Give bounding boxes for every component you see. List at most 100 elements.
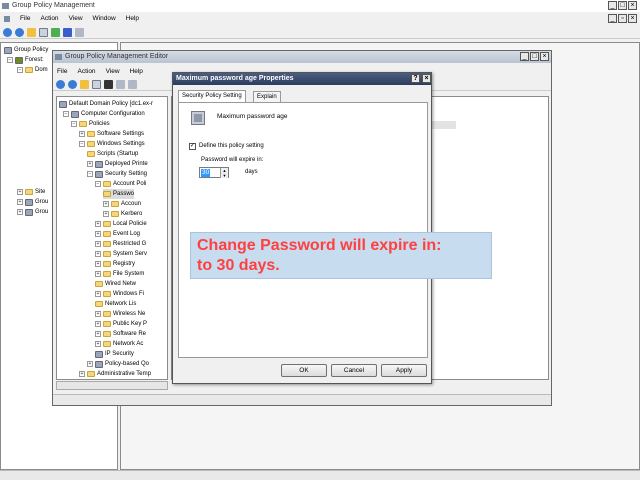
tree-item[interactable]: + Administrative Temp (79, 369, 151, 379)
collapse-icon[interactable]: − (17, 67, 23, 73)
tree-item[interactable]: + Windows Fi (95, 289, 144, 299)
define-policy-checkbox[interactable]: ✓ (189, 143, 196, 150)
tree-item[interactable]: + Deployed Printe (87, 159, 148, 169)
expand-icon[interactable]: + (95, 251, 101, 257)
tree-item[interactable]: Passwo (103, 189, 135, 199)
refresh-icon[interactable] (51, 28, 60, 37)
expand-icon[interactable]: + (95, 331, 101, 337)
collapse-icon[interactable]: − (7, 57, 13, 63)
tree-item[interactable]: + Public Key P (95, 319, 147, 329)
dialog-help-icon[interactable]: ? (411, 74, 420, 83)
tree-item[interactable]: − Policies (71, 119, 110, 129)
up-folder-icon[interactable] (27, 28, 36, 37)
show-hide-tree-icon[interactable] (92, 80, 101, 89)
gpm-title-bar[interactable]: Group Policy Management _ □ × (0, 0, 640, 12)
editor-minimize-icon[interactable]: _ (520, 52, 529, 61)
tab-explain[interactable]: Explain (253, 91, 281, 102)
properties-icon[interactable] (75, 28, 84, 37)
tree-item-group-policy-results[interactable]: + Grou (17, 207, 48, 217)
tree-item[interactable]: + System Serv (95, 249, 147, 259)
expand-icon[interactable]: + (95, 341, 101, 347)
expand-icon[interactable]: + (95, 271, 101, 277)
collapse-icon[interactable]: − (87, 171, 93, 177)
minimize-icon[interactable]: _ (608, 1, 617, 10)
menu-view[interactable]: View (69, 15, 83, 22)
close-icon[interactable]: × (628, 1, 637, 10)
expand-icon[interactable]: + (95, 241, 101, 247)
expand-icon[interactable]: + (79, 371, 85, 377)
tree-item-forest[interactable]: − Forest: (7, 55, 44, 65)
expire-days-input[interactable]: 30 ▲ ▼ (199, 167, 229, 178)
expand-icon[interactable]: + (103, 201, 109, 207)
tree-item[interactable]: + Kerbero (103, 209, 142, 219)
show-hide-tree-icon[interactable] (39, 28, 48, 37)
collapse-icon[interactable]: − (95, 181, 101, 187)
tree-item[interactable]: + Local Policie (95, 219, 147, 229)
editor-maximize-icon[interactable]: □ (530, 52, 539, 61)
tab-security-policy-setting[interactable]: Security Policy Setting (178, 90, 246, 102)
editor-menu-view[interactable]: View (106, 68, 120, 75)
forward-icon[interactable] (68, 80, 77, 89)
expand-icon[interactable]: + (95, 231, 101, 237)
editor-menu-file[interactable]: File (57, 68, 67, 75)
collapse-icon[interactable]: − (79, 141, 85, 147)
expand-icon[interactable]: + (95, 221, 101, 227)
editor-close-icon[interactable]: × (540, 52, 549, 61)
child-close-icon[interactable]: × (628, 14, 637, 23)
child-minimize-icon[interactable]: _ (608, 14, 617, 23)
expand-icon[interactable]: + (103, 211, 109, 217)
apply-button[interactable]: Apply (381, 364, 427, 377)
tree-item[interactable]: − Account Poli (95, 179, 146, 189)
maximize-icon[interactable]: □ (618, 1, 627, 10)
expand-icon[interactable]: + (17, 189, 23, 195)
expand-icon[interactable]: + (87, 161, 93, 167)
editor-menu-help[interactable]: Help (130, 68, 143, 75)
menu-file[interactable]: File (20, 15, 30, 22)
tree-item[interactable]: − Windows Settings (79, 139, 145, 149)
define-policy-label[interactable]: Define this policy setting (199, 143, 264, 149)
tree-item[interactable]: IP Security (95, 349, 134, 359)
menu-window[interactable]: Window (93, 15, 116, 22)
tree-item[interactable]: Wired Netw (95, 279, 136, 289)
tree-item[interactable]: + Registry (95, 259, 135, 269)
collapse-icon[interactable]: − (71, 121, 77, 127)
tree-item[interactable]: + Wireless Ne (95, 309, 145, 319)
tree-item-group-policy-modeling[interactable]: + Grou (17, 197, 48, 207)
expand-icon[interactable]: + (95, 321, 101, 327)
tree-item[interactable]: + Network Ac (95, 339, 143, 349)
expand-icon[interactable]: + (87, 361, 93, 367)
help-icon[interactable] (63, 28, 72, 37)
forward-icon[interactable] (15, 28, 24, 37)
menu-help[interactable]: Help (126, 15, 139, 22)
dialog-close-icon[interactable]: × (422, 74, 431, 83)
tree-item[interactable]: + Restricted G (95, 239, 146, 249)
tree-item[interactable]: − Security Setting (87, 169, 147, 179)
child-restore-icon[interactable]: ▫ (618, 14, 627, 23)
expand-icon[interactable]: + (95, 261, 101, 267)
dialog-title-bar[interactable]: Maximum password age Properties ? × (173, 73, 431, 85)
expand-icon[interactable]: + (17, 209, 23, 215)
tree-item[interactable]: + Software Re (95, 329, 146, 339)
up-folder-icon[interactable] (80, 80, 89, 89)
tree-item[interactable]: − Computer Configuration (63, 109, 145, 119)
tree-item-sites[interactable]: + Site (17, 187, 45, 197)
tree-item[interactable]: + Policy-based Qo (87, 359, 149, 369)
tree-item[interactable]: Network Lis (95, 299, 136, 309)
back-icon[interactable] (56, 80, 65, 89)
expand-icon[interactable]: + (95, 311, 101, 317)
editor-hscroll[interactable] (56, 381, 168, 390)
spin-down-icon[interactable]: ▼ (220, 173, 228, 178)
back-icon[interactable] (3, 28, 12, 37)
expand-icon[interactable]: + (95, 291, 101, 297)
cancel-button[interactable]: Cancel (331, 364, 377, 377)
tree-item[interactable]: + Event Log (95, 229, 140, 239)
tree-item-group-policy[interactable]: Group Policy (4, 45, 48, 55)
properties-icon[interactable] (116, 80, 125, 89)
tree-item[interactable]: Default Domain Policy [dc1.ex-r (59, 99, 153, 109)
export-list-icon[interactable] (128, 80, 137, 89)
tree-item-domains[interactable]: − Dom (17, 65, 48, 75)
delete-icon[interactable] (104, 80, 113, 89)
tree-item[interactable]: + File System (95, 269, 144, 279)
expand-icon[interactable]: + (17, 199, 23, 205)
menu-action[interactable]: Action (40, 15, 58, 22)
